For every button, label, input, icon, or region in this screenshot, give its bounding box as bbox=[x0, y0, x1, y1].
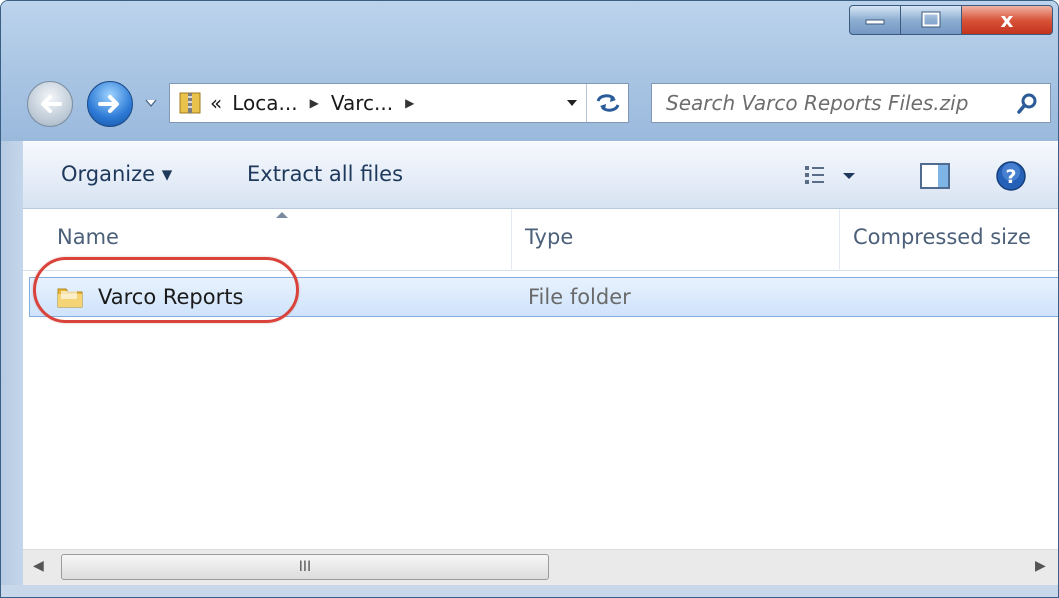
file-type: File folder bbox=[528, 285, 631, 309]
close-icon: x bbox=[1000, 8, 1014, 32]
forward-button[interactable] bbox=[87, 81, 133, 127]
chevron-down-icon bbox=[567, 100, 577, 106]
scroll-left-icon[interactable]: ◀ bbox=[33, 558, 44, 574]
breadcrumb-item-varco[interactable]: Varc... bbox=[331, 91, 393, 115]
close-button[interactable]: x bbox=[961, 5, 1053, 35]
sort-ascending-icon bbox=[276, 212, 288, 218]
column-header-compressed-size[interactable]: Compressed size bbox=[853, 225, 1031, 249]
breadcrumb-arrow-icon[interactable]: ▶ bbox=[405, 96, 414, 110]
view-options-button[interactable] bbox=[803, 164, 863, 193]
column-header-type[interactable]: Type bbox=[525, 225, 573, 249]
search-icon[interactable] bbox=[1016, 91, 1040, 115]
breadcrumb: « Loca... ▶ Varc... ▶ bbox=[210, 91, 426, 115]
svg-text:?: ? bbox=[1005, 166, 1016, 188]
zip-folder-icon bbox=[179, 92, 201, 114]
command-bar: Organize ▾ Extract all files ? bbox=[23, 141, 1058, 209]
recent-pages-dropdown[interactable] bbox=[145, 97, 157, 111]
search-box[interactable]: Search Varco Reports Files.zip bbox=[651, 83, 1051, 123]
extract-all-button[interactable]: Extract all files bbox=[247, 162, 403, 186]
view-list-icon bbox=[805, 166, 855, 184]
scrollbar-grip: III bbox=[298, 559, 312, 575]
window-left-frame bbox=[1, 141, 23, 585]
preview-pane-button[interactable] bbox=[919, 162, 951, 195]
arrow-right-icon bbox=[98, 95, 119, 113]
chevron-down-icon bbox=[145, 99, 157, 108]
maximize-button[interactable] bbox=[900, 5, 962, 35]
organize-button[interactable]: Organize ▾ bbox=[61, 162, 172, 186]
explorer-window: x « Loca... ▶ Varc... ▶ Search Varco Rep… bbox=[0, 0, 1059, 598]
address-dropdown-button[interactable] bbox=[558, 84, 586, 122]
horizontal-scrollbar[interactable]: ◀ III ▶ bbox=[23, 549, 1058, 585]
window-bottom-frame bbox=[1, 585, 1058, 597]
help-button[interactable]: ? bbox=[995, 160, 1027, 197]
minimize-button[interactable] bbox=[849, 5, 901, 35]
column-divider[interactable] bbox=[511, 209, 512, 271]
breadcrumb-overflow[interactable]: « bbox=[210, 91, 222, 115]
breadcrumb-item-local[interactable]: Loca... bbox=[232, 91, 297, 115]
refresh-button[interactable] bbox=[586, 84, 629, 122]
scrollbar-thumb[interactable]: III bbox=[61, 554, 549, 580]
column-header-name[interactable]: Name bbox=[57, 225, 119, 249]
scroll-right-icon[interactable]: ▶ bbox=[1035, 558, 1046, 574]
help-icon: ? bbox=[996, 161, 1026, 191]
annotation-highlight-ring bbox=[33, 257, 299, 323]
column-divider[interactable] bbox=[839, 209, 840, 271]
minimize-icon bbox=[865, 19, 885, 25]
preview-pane-icon bbox=[920, 163, 950, 189]
title-bar: x « Loca... ▶ Varc... ▶ Search Varco Rep… bbox=[1, 1, 1058, 141]
maximize-icon bbox=[921, 11, 941, 28]
search-input[interactable]: Search Varco Reports Files.zip bbox=[666, 91, 968, 115]
arrow-left-icon bbox=[41, 95, 62, 113]
refresh-icon bbox=[596, 94, 620, 112]
address-bar[interactable]: « Loca... ▶ Varc... ▶ bbox=[169, 83, 629, 123]
breadcrumb-arrow-icon[interactable]: ▶ bbox=[310, 96, 319, 110]
back-button[interactable] bbox=[27, 81, 73, 127]
